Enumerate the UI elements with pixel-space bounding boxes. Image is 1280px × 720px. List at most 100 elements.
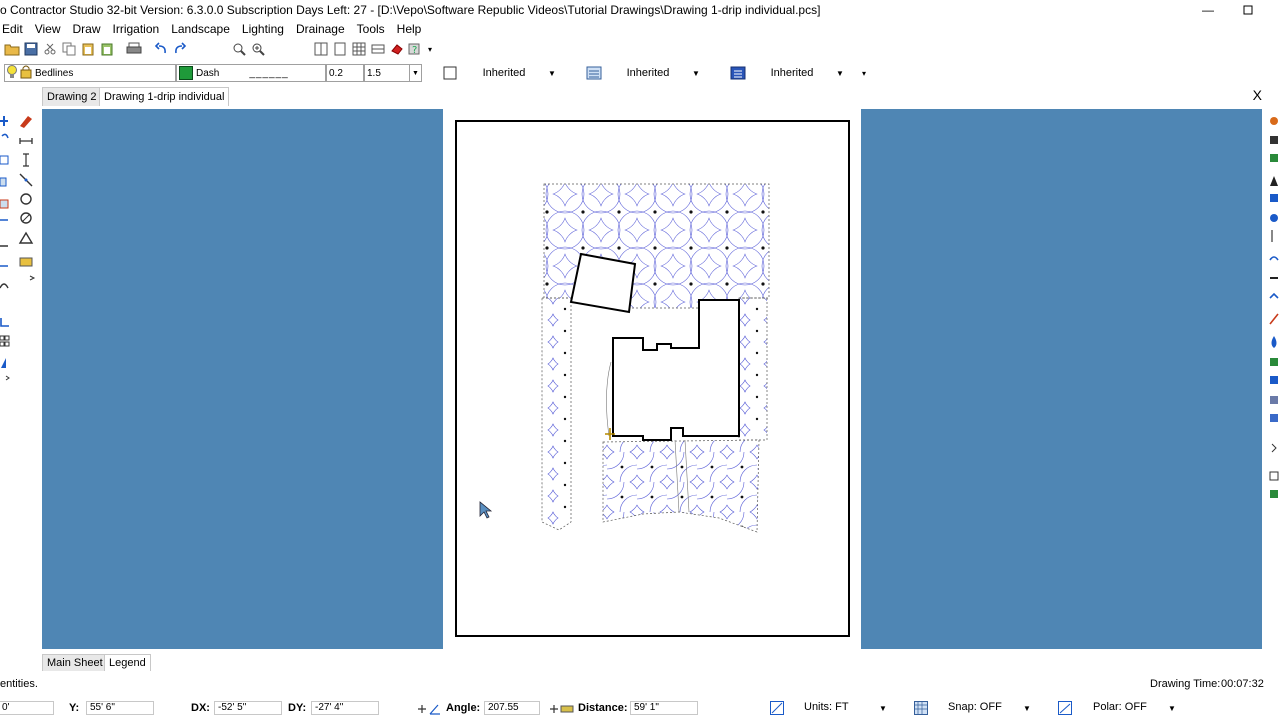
curve-tool-icon[interactable] xyxy=(0,283,9,289)
move-tool-icon[interactable] xyxy=(0,116,8,126)
zoom-in-icon[interactable] xyxy=(249,40,267,58)
chevron-down-icon[interactable]: ▼ xyxy=(409,65,421,81)
left-drip-strip[interactable] xyxy=(541,297,572,531)
pen-tool-icon[interactable] xyxy=(20,116,32,128)
schedule-icon[interactable] xyxy=(1270,396,1278,404)
open-icon[interactable] xyxy=(3,40,21,58)
save-icon[interactable] xyxy=(22,40,40,58)
layer-color-swatch[interactable] xyxy=(179,66,193,80)
paste-icon[interactable] xyxy=(79,40,97,58)
menu-draw[interactable]: Draw xyxy=(66,20,106,38)
sleeve-icon[interactable] xyxy=(1269,292,1279,299)
corner-tool-icon[interactable] xyxy=(0,318,9,327)
meter-icon[interactable] xyxy=(1270,214,1278,222)
toolbar-overflow-icon[interactable]: ▾ xyxy=(426,40,434,58)
right-drip-strip[interactable] xyxy=(738,297,768,441)
rotate-tool-icon[interactable] xyxy=(1,133,9,139)
small-arrow-icon[interactable] xyxy=(29,275,36,281)
paper-area[interactable] xyxy=(443,109,861,649)
backflow-icon[interactable] xyxy=(1270,194,1278,202)
help-icon[interactable]: ? xyxy=(407,40,425,58)
close-document-button[interactable]: X xyxy=(1253,87,1262,103)
legend-icon[interactable] xyxy=(1270,490,1278,498)
lateral-icon[interactable] xyxy=(1269,256,1279,261)
sheet-tab-legend[interactable]: Legend xyxy=(104,654,151,671)
bottom-spray-zone[interactable] xyxy=(602,439,760,533)
dimension-tool-icon[interactable] xyxy=(19,138,33,144)
snap-icon[interactable] xyxy=(914,701,928,715)
ellipse-tool-icon[interactable] xyxy=(20,212,32,224)
menu-view[interactable]: View xyxy=(29,20,67,38)
arc-tool-icon[interactable] xyxy=(18,231,34,244)
emitter-icon[interactable] xyxy=(1270,358,1278,366)
restore-button[interactable] xyxy=(1228,0,1268,20)
mirror-triangle-icon[interactable] xyxy=(1,358,6,368)
palette-overflow-icon[interactable] xyxy=(1271,443,1277,453)
site-plan-drawing[interactable] xyxy=(457,122,848,635)
array-tool-icon[interactable] xyxy=(0,335,10,347)
sprinkler-head-icon[interactable] xyxy=(1270,117,1278,125)
minimize-button[interactable]: — xyxy=(1188,0,1228,20)
menu-landscape[interactable]: Landscape xyxy=(165,20,236,38)
redo-icon[interactable] xyxy=(171,40,189,58)
report-icon[interactable] xyxy=(1270,414,1278,422)
shed-outline[interactable] xyxy=(569,252,637,314)
trim-tool-icon[interactable] xyxy=(0,199,9,209)
view-grid-icon[interactable] xyxy=(350,40,368,58)
units-icon[interactable] xyxy=(770,701,784,715)
scale-tool-icon[interactable] xyxy=(0,177,7,187)
valve-icon[interactable] xyxy=(1270,136,1278,144)
view-split-vertical-icon[interactable] xyxy=(312,40,330,58)
snap-dropdown[interactable]: Snap: OFF xyxy=(948,701,1002,713)
tab-drawing-2[interactable]: Drawing 2 xyxy=(42,87,102,106)
units-dropdown[interactable]: Units: FT xyxy=(804,701,849,713)
paste-special-icon[interactable] xyxy=(98,40,116,58)
polar-icon[interactable] xyxy=(1058,701,1072,715)
line-scale-field[interactable]: 1.5 ▼ xyxy=(364,64,422,82)
eraser-icon[interactable] xyxy=(388,40,406,58)
undo-icon[interactable] xyxy=(152,40,170,58)
mirror-tool-icon[interactable] xyxy=(0,155,9,165)
linetype-selector[interactable]: Dash ______ xyxy=(176,64,326,82)
chevron-down-icon[interactable]: ▼ xyxy=(836,69,844,78)
chevron-down-icon[interactable]: ▼ xyxy=(879,704,887,713)
drawing-canvas[interactable] xyxy=(42,109,1262,649)
hatch-style-combo[interactable]: Inherited ▼ xyxy=(586,63,700,83)
cut-icon[interactable] xyxy=(41,40,59,58)
lock-icon[interactable] xyxy=(19,64,33,83)
menu-lighting[interactable]: Lighting xyxy=(236,20,290,38)
chevron-down-icon[interactable]: ▼ xyxy=(1023,704,1031,713)
chevron-down-icon[interactable]: ▼ xyxy=(548,69,556,78)
line-width-field[interactable]: 0.2 xyxy=(326,64,364,82)
tab-drawing-1-drip-individual[interactable]: Drawing 1-drip individual xyxy=(99,87,230,106)
zoom-extents-icon[interactable] xyxy=(230,40,248,58)
pump-icon[interactable] xyxy=(1270,176,1278,186)
chevron-down-icon[interactable]: ▼ xyxy=(1168,704,1176,713)
line-tool-icon[interactable] xyxy=(19,173,33,187)
print-icon[interactable] xyxy=(125,40,143,58)
house-outline[interactable] xyxy=(612,299,740,441)
lightbulb-icon[interactable] xyxy=(5,64,19,83)
sheet-tab-main[interactable]: Main Sheet xyxy=(42,654,108,671)
layer-selector[interactable]: Bedlines xyxy=(4,64,176,82)
propbar-overflow-icon[interactable]: ▾ xyxy=(862,69,866,78)
menu-edit[interactable]: Edit xyxy=(0,20,29,38)
polar-dropdown[interactable]: Polar: OFF xyxy=(1093,701,1147,713)
text-style-combo[interactable]: Inherited ▼ xyxy=(730,63,844,83)
fill-style-combo[interactable]: Inherited ▼ xyxy=(442,63,556,83)
zone-icon[interactable] xyxy=(1270,376,1278,384)
menu-tools[interactable]: Tools xyxy=(351,20,391,38)
chevron-down-icon[interactable]: ▼ xyxy=(692,69,700,78)
water-drop-icon[interactable] xyxy=(1271,336,1277,348)
palette-overflow-icon[interactable] xyxy=(5,375,10,381)
menu-drainage[interactable]: Drainage xyxy=(290,20,351,38)
view-tiles-icon[interactable] xyxy=(369,40,387,58)
circle-tool-icon[interactable] xyxy=(20,193,32,205)
menu-help[interactable]: Help xyxy=(391,20,428,38)
vertical-dimension-icon[interactable] xyxy=(23,153,29,167)
pipe-size-icon[interactable] xyxy=(1269,313,1279,325)
text-tool-icon[interactable] xyxy=(19,257,33,267)
view-single-icon[interactable] xyxy=(331,40,349,58)
copy-icon[interactable] xyxy=(60,40,78,58)
grid-icon[interactable] xyxy=(1269,471,1279,481)
